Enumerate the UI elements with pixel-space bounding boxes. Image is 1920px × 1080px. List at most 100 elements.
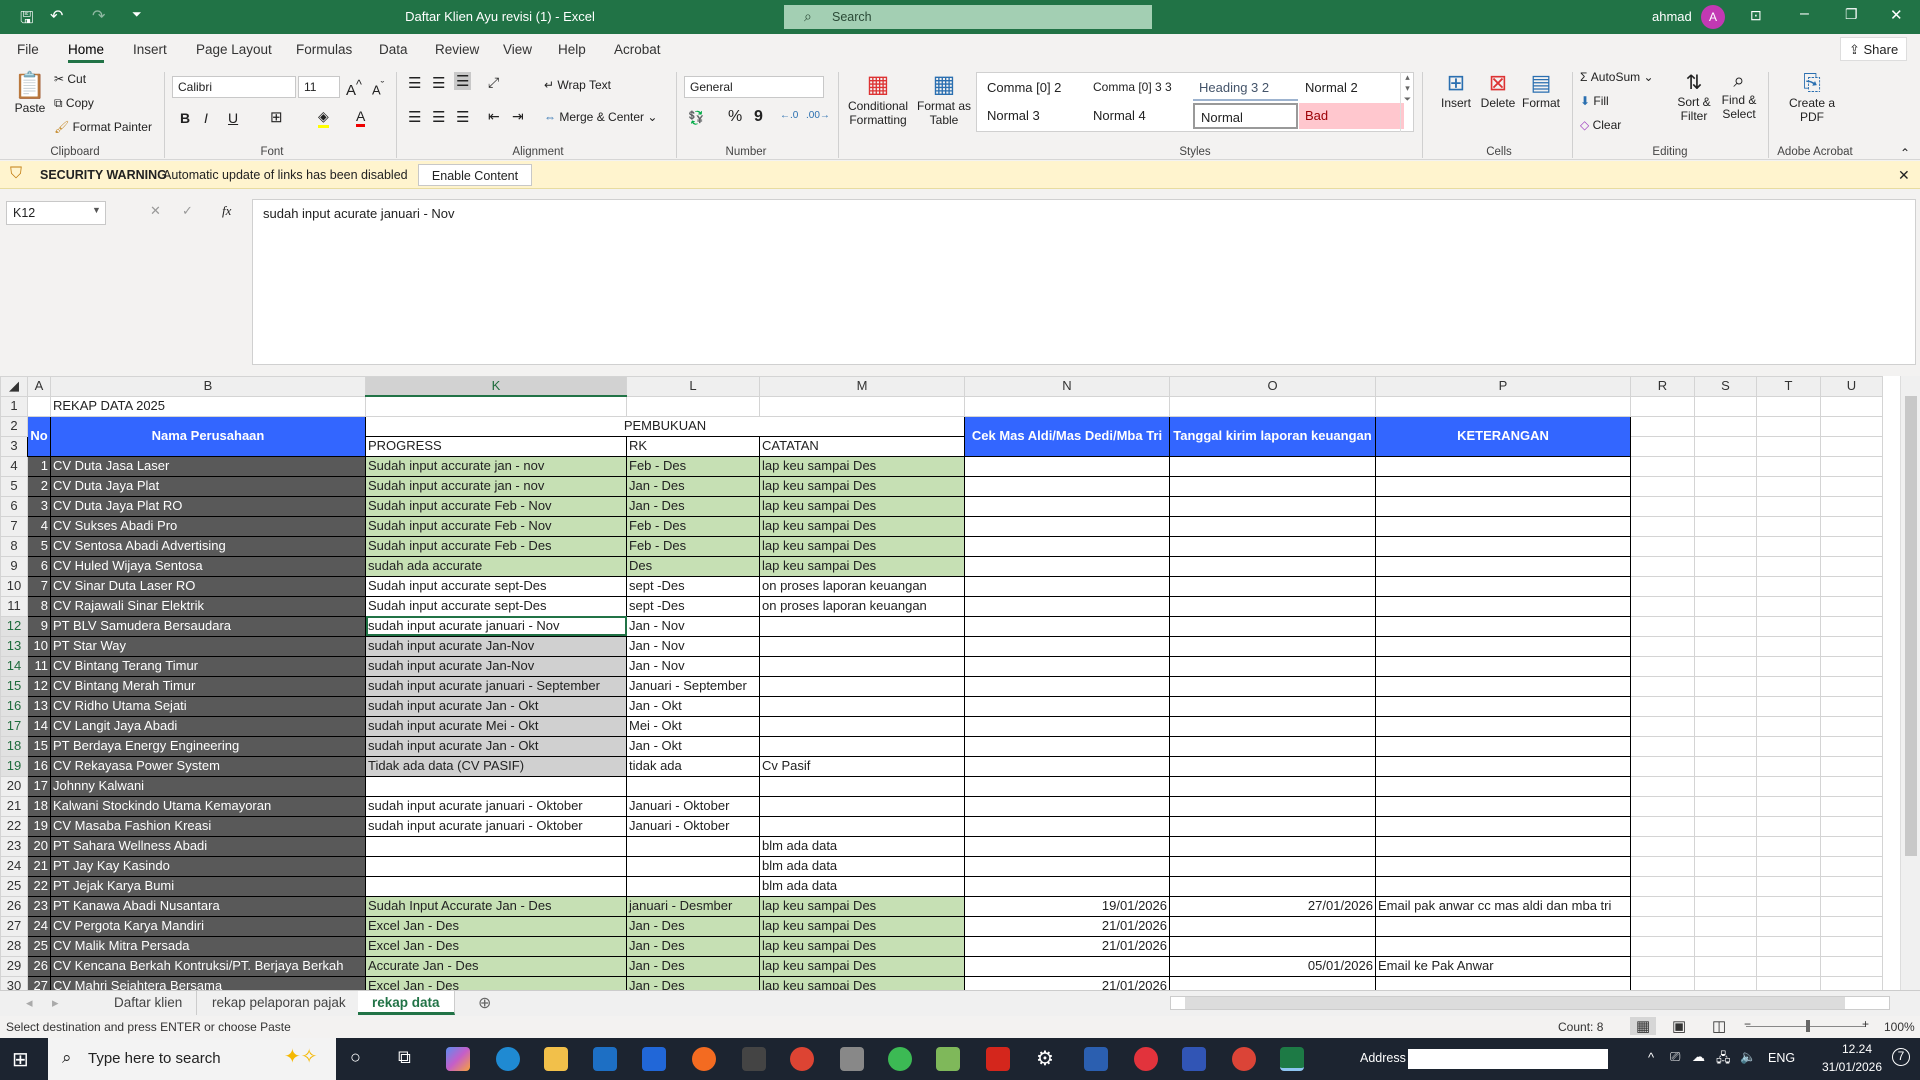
cell-nama-perusahaan[interactable]: CV Sukses Abadi Pro [50,515,366,537]
increase-indent-icon[interactable]: ⇥ [512,108,524,125]
cell-cek[interactable] [964,455,1170,477]
row-header[interactable]: 6 [0,495,28,517]
close-icon[interactable]: ✕ [1890,6,1903,24]
empty-cell[interactable] [1630,815,1695,837]
insert-cells-button[interactable]: ⊞ Insert [1436,70,1476,110]
cell-nama-perusahaan[interactable]: CV Sentosa Abadi Advertising [50,535,366,557]
cell-no[interactable]: 6 [27,555,51,577]
firefox-icon[interactable] [692,1047,716,1071]
empty-cell[interactable] [1694,735,1757,757]
cell-no[interactable]: 8 [27,595,51,617]
row-header[interactable]: 3 [0,435,28,457]
cell-progress[interactable]: sudah input acurate januari - Nov [365,615,627,637]
cell-catatan[interactable] [759,615,965,637]
empty-cell[interactable] [1169,395,1376,417]
cell-keterangan[interactable] [1375,575,1631,597]
cell-rk[interactable]: Jan - Nov [626,615,760,637]
cell-progress[interactable]: sudah input acurate Mei - Okt [365,715,627,737]
empty-cell[interactable] [1630,395,1695,417]
clear-button[interactable]: ◇ Clear [1580,118,1621,132]
cell-tanggal-kirim[interactable] [1169,615,1376,637]
restore-icon[interactable]: ❐ [1845,6,1858,23]
cell-keterangan[interactable] [1375,855,1631,877]
empty-cell[interactable] [1694,895,1757,917]
empty-cell[interactable] [1820,935,1883,957]
empty-cell[interactable] [1820,515,1883,537]
style-normal-2[interactable]: Normal 2 [1299,75,1404,101]
empty-cell[interactable] [1756,795,1821,817]
cell-cek[interactable] [964,755,1170,777]
column-header-p[interactable]: P [1375,376,1631,397]
close-warning-icon[interactable]: ✕ [1898,167,1910,184]
header-nama-perusahaan[interactable]: Nama Perusahaan [50,415,366,457]
cell-progress[interactable] [365,855,627,877]
cell-progress[interactable]: Sudah input accurate jan - nov [365,455,627,477]
comma-style-button[interactable]: 9 [754,108,763,126]
row-header[interactable]: 18 [0,735,28,757]
empty-cell[interactable] [1756,455,1821,477]
cell-tanggal-kirim[interactable] [1169,595,1376,617]
empty-cell[interactable] [1694,975,1757,990]
cell-no[interactable]: 10 [27,635,51,657]
align-left-icon[interactable]: ☰ [408,108,421,126]
header-no[interactable]: No [27,415,51,457]
empty-cell[interactable] [1820,455,1883,477]
app-icon[interactable] [840,1047,864,1071]
app-icon[interactable] [742,1047,766,1071]
cell-rk[interactable]: sept -Des [626,595,760,617]
cell-no[interactable]: 9 [27,615,51,637]
cell-tanggal-kirim[interactable] [1169,495,1376,517]
name-box-dropdown-icon[interactable]: ▼ [92,205,101,215]
cell-cek[interactable] [964,715,1170,737]
cell-catatan[interactable]: lap keu sampai Des [759,555,965,577]
style-heading-3-2[interactable]: Heading 3 2 [1193,75,1298,101]
empty-cell[interactable] [1694,695,1757,717]
header-cek[interactable]: Cek Mas Aldi/Mas Dedi/Mba Tri [964,415,1170,457]
empty-cell[interactable] [1630,595,1695,617]
cell-keterangan[interactable] [1375,475,1631,497]
cell-catatan[interactable]: lap keu sampai Des [759,535,965,557]
empty-cell[interactable] [1820,615,1883,637]
cell-cek[interactable] [964,775,1170,797]
cell-catatan[interactable] [759,695,965,717]
normal-view-icon[interactable]: ▦ [1630,1017,1657,1035]
empty-cell[interactable] [1694,595,1757,617]
empty-cell[interactable] [1820,715,1883,737]
shrink-font-icon[interactable]: Aˇ [372,80,384,97]
column-header-u[interactable]: U [1820,376,1883,397]
empty-cell[interactable] [1630,675,1695,697]
empty-cell[interactable] [1820,675,1883,697]
decrease-indent-icon[interactable]: ⇤ [488,108,500,125]
cell-progress[interactable]: sudah input acurate Jan-Nov [365,635,627,657]
cell-cek[interactable]: 21/01/2026 [964,935,1170,957]
name-box[interactable]: K12 [6,201,106,225]
cell-catatan[interactable] [759,675,965,697]
tab-page-layout[interactable]: Page Layout [196,42,272,57]
cell-catatan[interactable] [759,795,965,817]
h-scroll-thumb[interactable] [1185,997,1845,1009]
empty-cell[interactable] [1820,635,1883,657]
align-center-icon[interactable]: ☰ [432,108,445,126]
cell-nama-perusahaan[interactable]: CV Bintang Terang Timur [50,655,366,677]
cell-a1[interactable] [27,395,51,417]
cell-rk[interactable]: sept -Des [626,575,760,597]
cell-progress[interactable]: sudah ada accurate [365,555,627,577]
cell-progress[interactable]: Excel Jan - Des [365,935,627,957]
empty-cell[interactable] [1756,735,1821,757]
cell-nama-perusahaan[interactable]: PT Kanawa Abadi Nusantara [50,895,366,917]
row-header[interactable]: 28 [0,935,28,957]
tab-formulas[interactable]: Formulas [296,42,352,57]
cell-rk[interactable] [626,835,760,857]
collapse-ribbon-icon[interactable]: ⌃ [1900,146,1910,160]
cell-keterangan[interactable] [1375,635,1631,657]
tab-insert[interactable]: Insert [133,42,167,57]
empty-cell[interactable] [1820,535,1883,557]
cell-catatan[interactable]: lap keu sampai Des [759,495,965,517]
cell-keterangan[interactable] [1375,495,1631,517]
file-explorer-icon[interactable] [544,1047,568,1071]
empty-cell[interactable] [1820,495,1883,517]
empty-cell[interactable] [1630,835,1695,857]
empty-cell[interactable] [1694,915,1757,937]
cell-progress[interactable]: Sudah input accurate sept-Des [365,575,627,597]
cell-no[interactable]: 23 [27,895,51,917]
